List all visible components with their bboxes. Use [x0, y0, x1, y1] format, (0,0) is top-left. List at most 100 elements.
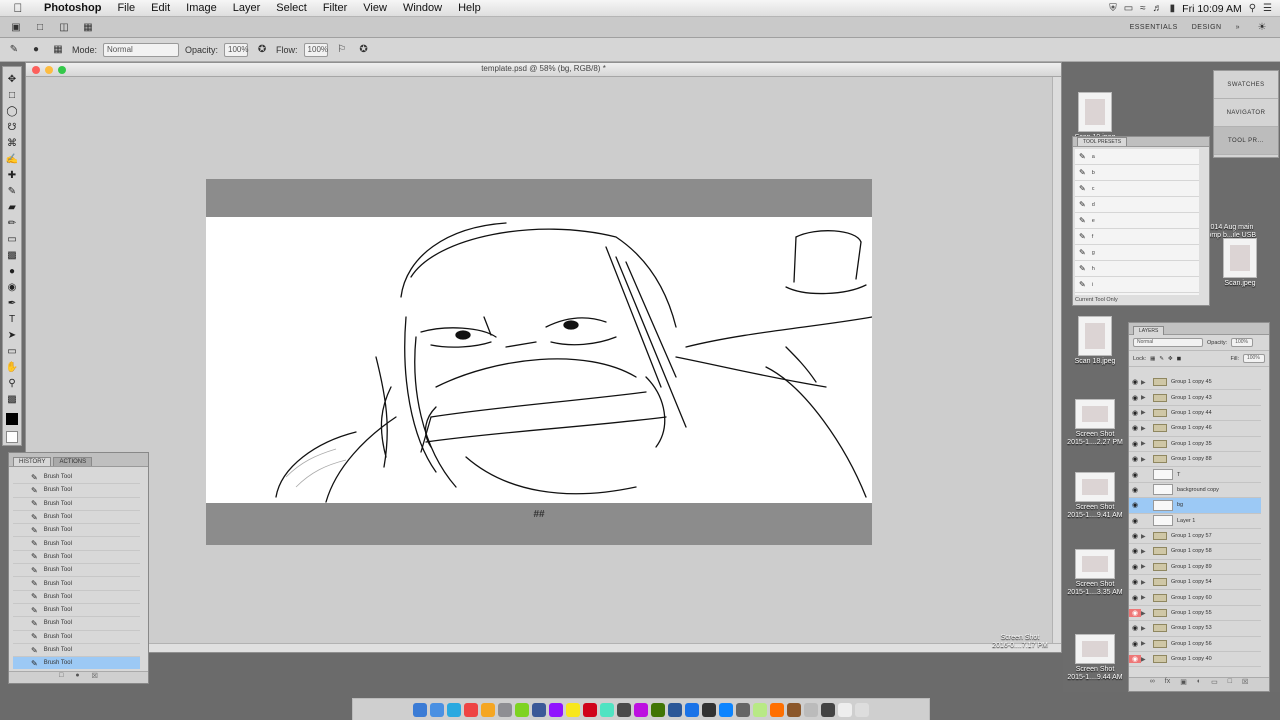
trash-icon[interactable] — [855, 702, 869, 717]
calendar-icon[interactable] — [515, 702, 529, 717]
expand-group-icon[interactable]: ▶ — [1141, 610, 1149, 617]
blur-tool-icon[interactable]: ● — [4, 265, 20, 279]
facetime-icon[interactable] — [617, 702, 631, 717]
powerpoint-icon[interactable] — [787, 702, 801, 717]
lock-paint-icon[interactable]: ✎ — [1159, 356, 1164, 362]
visibility-eye-icon[interactable]: ◉ — [1129, 517, 1141, 525]
chrome-icon[interactable] — [464, 702, 478, 717]
menu-app-photoshop[interactable]: Photoshop — [36, 2, 109, 14]
app-store-icon[interactable] — [668, 702, 682, 717]
expand-group-icon[interactable]: ▶ — [1141, 563, 1149, 570]
lock-position-icon[interactable]: ✥ — [1168, 356, 1173, 362]
visibility-eye-icon[interactable]: ◉ — [1129, 455, 1141, 463]
layer-row[interactable]: ◉ background copy — [1129, 483, 1261, 499]
mode-select[interactable]: Normal — [103, 42, 180, 57]
layer-row[interactable]: ◉ ▶ Group 1 copy 54 — [1129, 575, 1261, 591]
quick-select-tool-icon[interactable]: ☋ — [4, 121, 20, 135]
trash-icon[interactable]: ☒ — [92, 672, 98, 683]
menu-filter[interactable]: Filter — [315, 2, 355, 14]
tool-preset-row[interactable]: ✎ b — [1075, 165, 1199, 181]
menu-help[interactable]: Help — [450, 2, 489, 14]
expand-group-icon[interactable]: ▶ — [1141, 409, 1149, 416]
history-row[interactable]: ✎ Brush Tool — [13, 484, 140, 498]
visibility-eye-icon[interactable]: ◉ — [1129, 378, 1141, 386]
preview-icon[interactable] — [821, 702, 835, 717]
dodge-tool-icon[interactable]: ◉ — [4, 281, 20, 295]
desktop-file[interactable]: Scan.jpeg — [1208, 238, 1272, 288]
history-row[interactable]: ✎ Brush Tool — [13, 591, 140, 604]
add-mask-icon[interactable]: ▣ — [1180, 678, 1187, 691]
history-row[interactable]: ✎ Brush Tool — [13, 604, 140, 618]
menu-window[interactable]: Window — [395, 2, 450, 14]
hand-tool-icon[interactable]: ✋ — [4, 361, 20, 375]
desktop-file[interactable]: Scan 19.jpeg — [1063, 92, 1127, 142]
layer-row[interactable]: ◉ ▶ Group 1 copy 57 — [1129, 529, 1261, 545]
visibility-eye-icon[interactable]: ◉ — [1129, 532, 1141, 540]
visibility-eye-icon[interactable]: ◉ — [1129, 578, 1141, 586]
document-horizontal-scrollbar[interactable] — [26, 643, 1061, 652]
apple-menu-icon[interactable]:  — [0, 1, 36, 15]
healing-brush-tool-icon[interactable]: ✚ — [4, 169, 20, 183]
history-row[interactable]: ✎ Brush Tool — [13, 644, 140, 658]
foreground-color-swatch[interactable] — [6, 413, 18, 425]
new-layer-icon[interactable]: □ — [1228, 678, 1232, 691]
terminal-icon[interactable] — [804, 702, 818, 717]
layer-row[interactable]: ◉ ▶ Group 1 copy 45 — [1129, 375, 1261, 391]
tool-preset-row[interactable]: ✎ g — [1075, 245, 1199, 261]
expand-group-icon[interactable]: ▶ — [1141, 379, 1149, 386]
desktop-file[interactable]: Scan 18.jpeg — [1063, 316, 1127, 366]
zoom-tool-icon[interactable]: ⚲ — [4, 377, 20, 391]
menu-select[interactable]: Select — [268, 2, 315, 14]
flow-input[interactable]: 100% — [303, 42, 328, 57]
battery-icon[interactable]: ▮ — [1170, 3, 1176, 14]
history-row[interactable]: ✎ Brush Tool — [13, 617, 140, 631]
word-icon[interactable] — [753, 702, 767, 717]
brush-panel-toggle-icon[interactable]: ▦ — [50, 43, 66, 57]
pressure-size-icon[interactable]: ✪ — [356, 43, 372, 57]
layer-row[interactable]: ◉ ▶ Group 1 copy 35 — [1129, 437, 1261, 452]
adjustment-layer-icon[interactable]: ◐ — [1197, 678, 1201, 691]
finder-icon[interactable] — [413, 702, 427, 717]
tab-actions[interactable]: ACTIONS — [53, 457, 93, 466]
pressure-opacity-icon[interactable]: ✪ — [254, 43, 270, 57]
layer-row[interactable]: ◉ ▶ Group 1 copy 44 — [1129, 406, 1261, 422]
eraser-tool-icon[interactable]: ▭ — [4, 233, 20, 247]
brush-tool-preset-icon[interactable]: ✎ — [6, 43, 22, 57]
new-group-icon[interactable]: ▭ — [1211, 678, 1218, 691]
workspace-more-button[interactable]: » — [1236, 24, 1240, 31]
delete-layer-icon[interactable]: ☒ — [1242, 678, 1248, 691]
menu-clock[interactable]: Fri 10:09 AM — [1182, 3, 1242, 15]
layer-row[interactable]: ◉ ▶ Group 1 copy 60 — [1129, 590, 1261, 606]
layer-row[interactable]: ◉ Layer 1 — [1129, 514, 1261, 529]
ibooks-icon[interactable] — [651, 702, 665, 717]
arrange-documents-icon[interactable]: ◫ — [56, 20, 72, 34]
lock-pixels-icon[interactable]: ▦ — [1150, 356, 1155, 362]
bridge-icon[interactable] — [719, 702, 733, 717]
visibility-eye-icon[interactable]: ◉ — [1129, 640, 1141, 648]
link-layers-icon[interactable]: ∞ — [1150, 678, 1155, 691]
expand-group-icon[interactable]: ▶ — [1141, 440, 1149, 447]
swatches-panel-button[interactable]: SWATCHES — [1214, 71, 1278, 99]
tool-presets-panel-button[interactable]: TOOL PR... — [1214, 127, 1278, 155]
expand-group-icon[interactable]: ▶ — [1141, 579, 1149, 586]
maps-icon[interactable] — [566, 702, 580, 717]
volume-icon[interactable]: ♬ — [1153, 3, 1163, 14]
brush-size-picker-icon[interactable]: ● — [28, 43, 44, 57]
layer-row[interactable]: ◉ T — [1129, 467, 1261, 483]
desktop-file[interactable]: Screen Shot 2015-1....3.35 AM — [1063, 549, 1127, 597]
opacity-input[interactable]: 100% — [224, 42, 249, 57]
expand-group-icon[interactable]: ▶ — [1141, 456, 1149, 463]
current-tool-only-checkbox[interactable]: Current Tool Only — [1075, 297, 1118, 303]
tool-preset-row[interactable]: ✎ i — [1075, 277, 1199, 293]
layer-style-icon[interactable]: fx — [1165, 678, 1170, 691]
default-colors-icon[interactable]: ▩ — [4, 393, 20, 407]
creative-cloud-icon[interactable]: ☀ — [1254, 21, 1270, 35]
layer-row[interactable]: ◉ ▶ Group 1 copy 40 — [1129, 652, 1261, 668]
launchpad-icon[interactable] — [430, 702, 444, 717]
snapshot-icon[interactable]: ● — [75, 672, 79, 683]
tool-preset-row[interactable]: ✎ f — [1075, 229, 1199, 245]
canvas-drawing-area[interactable] — [206, 217, 872, 503]
visibility-eye-icon[interactable]: ◉ — [1129, 655, 1141, 664]
photoshop-icon[interactable] — [702, 702, 716, 717]
messages-icon[interactable] — [600, 702, 614, 717]
